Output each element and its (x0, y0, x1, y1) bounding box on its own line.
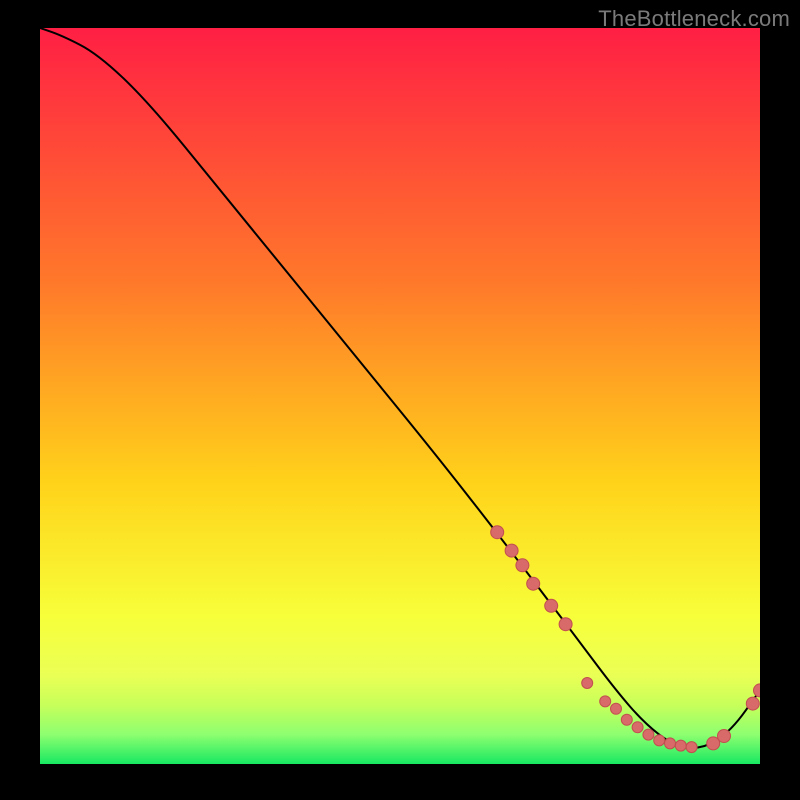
bottleneck-chart (40, 28, 760, 764)
data-marker (611, 703, 622, 714)
gradient-background (40, 28, 760, 764)
data-marker (582, 678, 593, 689)
data-marker (545, 599, 558, 612)
data-marker (654, 735, 665, 746)
data-marker (746, 697, 759, 710)
plot-area (40, 28, 760, 764)
data-marker (559, 618, 572, 631)
data-marker (527, 577, 540, 590)
data-marker (643, 729, 654, 740)
data-marker (675, 740, 686, 751)
data-marker (491, 526, 504, 539)
data-marker (505, 544, 518, 557)
data-marker (665, 738, 676, 749)
data-marker (600, 696, 611, 707)
data-marker (632, 722, 643, 733)
chart-frame: TheBottleneck.com (0, 0, 800, 800)
data-marker (516, 559, 529, 572)
data-marker (718, 730, 731, 743)
data-marker (686, 742, 697, 753)
data-marker (621, 714, 632, 725)
